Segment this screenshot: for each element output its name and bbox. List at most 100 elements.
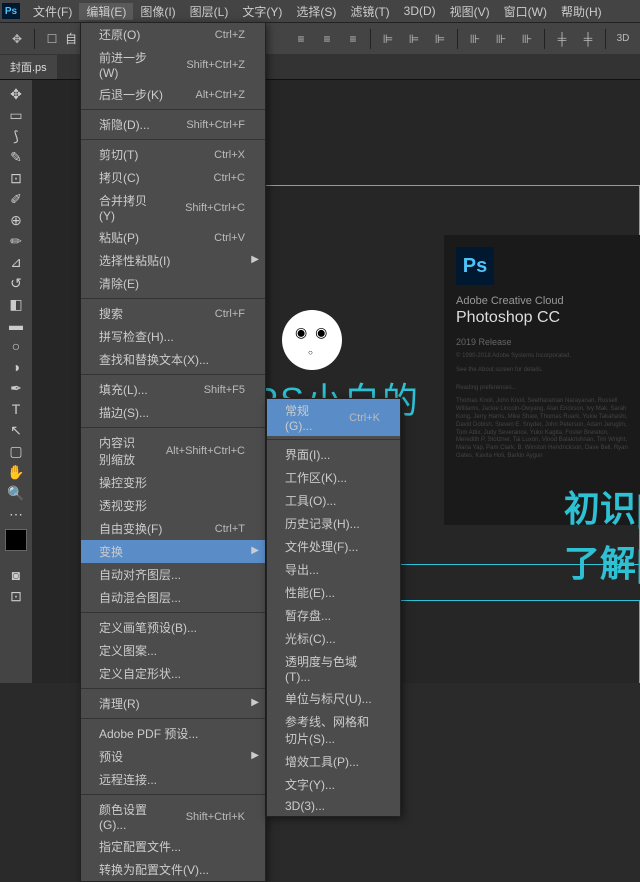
menu-item[interactable]: 剪切(T)Ctrl+X — [81, 143, 265, 166]
menu-type[interactable]: 文字(Y) — [235, 3, 289, 20]
menu-item[interactable]: 历史记录(H)... — [267, 512, 400, 535]
menu-item[interactable]: 定义自定形状... — [81, 662, 265, 685]
menu-item[interactable]: 透明度与色域(T)... — [267, 650, 400, 687]
menu-item[interactable]: 描边(S)... — [81, 401, 265, 424]
menu-item[interactable]: Adobe PDF 预设... — [81, 722, 265, 745]
gradient-tool-icon[interactable]: ▬ — [3, 315, 29, 335]
align-icon[interactable]: ≡ — [341, 27, 365, 51]
menu-item[interactable]: 工具(O)... — [267, 489, 400, 512]
menu-item[interactable]: 导出... — [267, 558, 400, 581]
marquee-tool-icon[interactable]: ▭ — [3, 105, 29, 125]
path-tool-icon[interactable]: ↖ — [3, 420, 29, 440]
menu-item[interactable]: 文件处理(F)... — [267, 535, 400, 558]
menu-item[interactable]: 工作区(K)... — [267, 466, 400, 489]
menu-item[interactable]: 粘贴(P)Ctrl+V — [81, 226, 265, 249]
menu-item[interactable]: 自动对齐图层... — [81, 563, 265, 586]
move-tool-icon[interactable]: ✥ — [3, 84, 29, 104]
align-icon[interactable]: ⊫ — [428, 27, 452, 51]
healing-tool-icon[interactable]: ⊕ — [3, 210, 29, 230]
menu-item[interactable]: 远程连接... — [81, 768, 265, 791]
menu-item[interactable]: 拷贝(C)Ctrl+C — [81, 166, 265, 189]
menu-item[interactable]: 文字(Y)... — [267, 773, 400, 796]
menu-item[interactable]: 常规(G)...Ctrl+K — [267, 399, 400, 436]
menu-item[interactable]: 清除(E) — [81, 272, 265, 295]
menu-item[interactable]: 变换▶ — [81, 540, 265, 563]
align-icon[interactable]: ≡ — [315, 27, 339, 51]
quick-mask-icon[interactable]: ◙ — [3, 565, 29, 585]
distribute-icon[interactable]: ⊪ — [463, 27, 487, 51]
menu-select[interactable]: 选择(S) — [289, 3, 343, 20]
menu-item[interactable]: 还原(O)Ctrl+Z — [81, 23, 265, 46]
menu-help[interactable]: 帮助(H) — [554, 3, 609, 20]
align-icon[interactable]: ⊫ — [376, 27, 400, 51]
shape-tool-icon[interactable]: ▢ — [3, 441, 29, 461]
eyedropper-tool-icon[interactable]: ✐ — [3, 189, 29, 209]
menu-item[interactable]: 转换为配置文件(V)... — [81, 858, 265, 881]
dodge-tool-icon[interactable]: ◑ — [3, 357, 29, 377]
pen-tool-icon[interactable]: ✒ — [3, 378, 29, 398]
move-tool-icon[interactable]: ✥ — [5, 27, 29, 51]
zoom-tool-icon[interactable]: 🔍 — [3, 483, 29, 503]
quick-select-tool-icon[interactable]: ✎ — [3, 147, 29, 167]
menu-item[interactable]: 定义画笔预设(B)... — [81, 616, 265, 639]
menu-item[interactable]: 清理(R)▶ — [81, 692, 265, 715]
align-icon[interactable]: ≡ — [289, 27, 313, 51]
menu-item[interactable]: 自由变换(F)Ctrl+T — [81, 517, 265, 540]
brush-tool-icon[interactable]: ✏ — [3, 231, 29, 251]
distribute-icon[interactable]: ⊪ — [489, 27, 513, 51]
menu-item[interactable]: 性能(E)... — [267, 581, 400, 604]
menu-item[interactable]: 颜色设置(G)...Shift+Ctrl+K — [81, 798, 265, 835]
distribute-icon[interactable]: ╪ — [550, 27, 574, 51]
menu-item[interactable]: 填充(L)...Shift+F5 — [81, 378, 265, 401]
menu-item[interactable]: 渐隐(D)...Shift+Ctrl+F — [81, 113, 265, 136]
eraser-tool-icon[interactable]: ◧ — [3, 294, 29, 314]
menu-shortcut: Ctrl+F — [215, 308, 245, 320]
menu-item[interactable]: 暂存盘... — [267, 604, 400, 627]
hand-tool-icon[interactable]: ✋ — [3, 462, 29, 482]
menu-item[interactable]: 前进一步(W)Shift+Ctrl+Z — [81, 46, 265, 83]
history-brush-tool-icon[interactable]: ↺ — [3, 273, 29, 293]
menu-item[interactable]: 单位与标尺(U)... — [267, 687, 400, 710]
auto-select-checkbox[interactable]: ☐ — [40, 27, 64, 51]
menu-3d[interactable]: 3D(D) — [397, 4, 443, 18]
distribute-icon[interactable]: ╪ — [576, 27, 600, 51]
screen-mode-icon[interactable]: ⊡ — [3, 586, 29, 606]
menu-item[interactable]: 合并拷贝(Y)Shift+Ctrl+C — [81, 189, 265, 226]
menu-image[interactable]: 图像(I) — [133, 3, 182, 20]
menu-item[interactable]: 查找和替换文本(X)... — [81, 348, 265, 371]
stamp-tool-icon[interactable]: ⊿ — [3, 252, 29, 272]
menu-item[interactable]: 选择性粘贴(I)▶ — [81, 249, 265, 272]
menu-item[interactable]: 增效工具(P)... — [267, 750, 400, 773]
menu-item[interactable]: 自动混合图层... — [81, 586, 265, 609]
menu-item[interactable]: 后退一步(K)Alt+Ctrl+Z — [81, 83, 265, 106]
menu-edit[interactable]: 编辑(E) — [79, 3, 133, 20]
3d-mode-icon[interactable]: 3D — [611, 27, 635, 51]
menu-item[interactable]: 内容识别缩放Alt+Shift+Ctrl+C — [81, 431, 265, 471]
menu-item[interactable]: 参考线、网格和切片(S)... — [267, 710, 400, 750]
menu-item[interactable]: 界面(I)... — [267, 443, 400, 466]
menu-item[interactable]: 定义图案... — [81, 639, 265, 662]
menu-filter[interactable]: 滤镜(T) — [343, 3, 396, 20]
menu-item-label: 历史记录(H)... — [285, 515, 360, 532]
menu-item[interactable]: 光标(C)... — [267, 627, 400, 650]
document-tab[interactable]: 封面.ps — [0, 55, 57, 79]
color-swatch[interactable] — [5, 529, 27, 551]
lasso-tool-icon[interactable]: ⟆ — [3, 126, 29, 146]
menu-item[interactable]: 拼写检查(H)... — [81, 325, 265, 348]
menu-item[interactable]: 透视变形 — [81, 494, 265, 517]
menu-item[interactable]: 指定配置文件... — [81, 835, 265, 858]
align-icon[interactable]: ⊫ — [402, 27, 426, 51]
menu-file[interactable]: 文件(F) — [26, 3, 79, 20]
menu-item[interactable]: 预设▶ — [81, 745, 265, 768]
menu-window[interactable]: 窗口(W) — [497, 3, 554, 20]
menu-layer[interactable]: 图层(L) — [183, 3, 236, 20]
edit-toolbar-icon[interactable]: ⋯ — [3, 504, 29, 524]
menu-item[interactable]: 3D(3)... — [267, 796, 400, 816]
crop-tool-icon[interactable]: ⊡ — [3, 168, 29, 188]
menu-item[interactable]: 操控变形 — [81, 471, 265, 494]
distribute-icon[interactable]: ⊪ — [515, 27, 539, 51]
type-tool-icon[interactable]: T — [3, 399, 29, 419]
menu-view[interactable]: 视图(V) — [443, 3, 497, 20]
blur-tool-icon[interactable]: ○ — [3, 336, 29, 356]
menu-item[interactable]: 搜索Ctrl+F — [81, 302, 265, 325]
